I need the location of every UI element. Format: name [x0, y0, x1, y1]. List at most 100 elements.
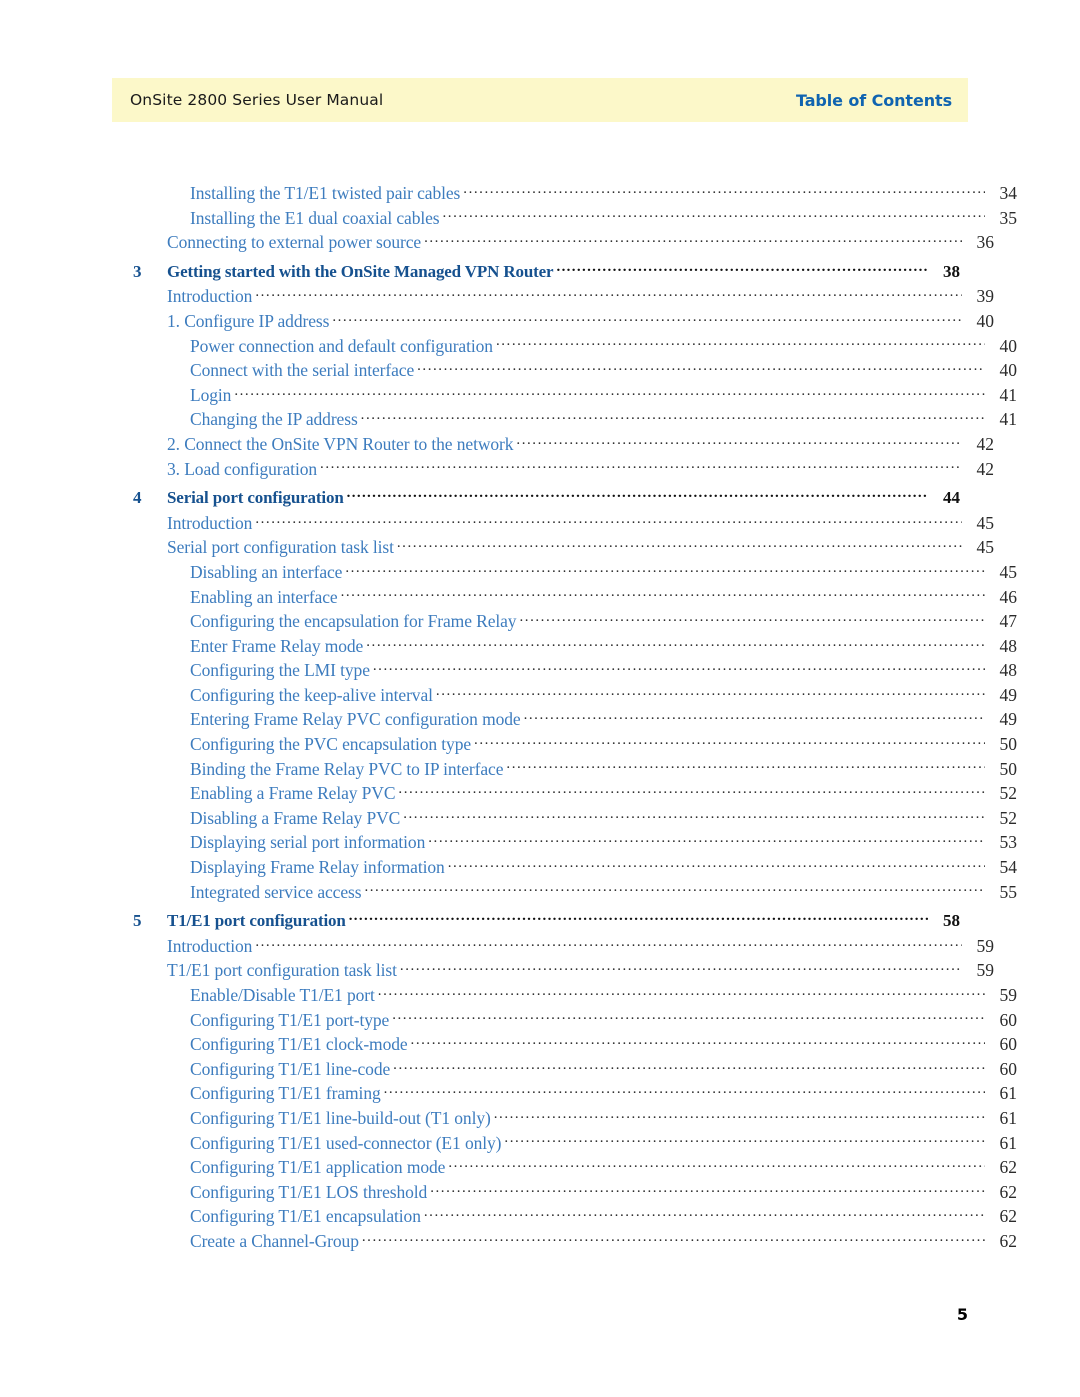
- dot-leader: [524, 709, 985, 725]
- toc-entry-row[interactable]: Introduction 39: [133, 286, 994, 311]
- dot-leader: [320, 459, 962, 475]
- toc-entry-page: 40: [999, 335, 1018, 356]
- toc-entry-row[interactable]: Enabling a Frame Relay PVC 52: [133, 783, 1017, 808]
- toc-entry-row[interactable]: Disabling an interface 45: [133, 562, 1017, 587]
- dot-leader: [361, 409, 985, 425]
- toc-entry-page: 50: [999, 734, 1018, 755]
- dot-leader: [397, 537, 962, 553]
- toc-entry-row[interactable]: Changing the IP address 41: [133, 409, 1017, 434]
- toc-entry-page: 50: [999, 758, 1018, 779]
- toc-entry-title: Getting started with the OnSite Managed …: [167, 261, 554, 281]
- toc-entry-row[interactable]: Installing the T1/E1 twisted pair cables…: [133, 183, 1017, 208]
- toc-entry-title: Serial port configuration task list: [167, 537, 394, 558]
- toc-entry-row[interactable]: Connecting to external power source 36: [133, 232, 994, 257]
- toc-entry-row[interactable]: Displaying serial port information 53: [133, 832, 1017, 857]
- toc-entry-page: 49: [999, 709, 1018, 730]
- toc-entry-row[interactable]: Configuring T1/E1 used-connector (E1 onl…: [133, 1133, 1017, 1158]
- toc-chapter-row[interactable]: 5 T1/E1 port configuration 58: [133, 910, 960, 935]
- toc-entry-row[interactable]: Configuring the keep-alive interval 49: [133, 685, 1017, 710]
- toc-entry-row[interactable]: 1. Configure IP address 40: [133, 311, 994, 336]
- toc-entry-page: 36: [976, 232, 995, 253]
- toc-entry-row[interactable]: Power connection and default configurati…: [133, 336, 1017, 361]
- dot-leader: [392, 1010, 985, 1026]
- dot-leader: [494, 1108, 985, 1124]
- dot-leader: [504, 1133, 985, 1149]
- toc-entry-row[interactable]: 2. Connect the OnSite VPN Router to the …: [133, 434, 994, 459]
- toc-entry-title: Enabling a Frame Relay PVC: [190, 783, 396, 804]
- toc-entry-row[interactable]: T1/E1 port configuration task list 59: [133, 960, 994, 985]
- toc-entry-row[interactable]: Configuring the encapsulation for Frame …: [133, 611, 1017, 636]
- dot-leader: [255, 936, 962, 952]
- toc-entry-row[interactable]: Configuring T1/E1 line-build-out (T1 onl…: [133, 1108, 1017, 1133]
- toc-entry-row[interactable]: Binding the Frame Relay PVC to IP interf…: [133, 759, 1017, 784]
- dot-leader: [393, 1059, 985, 1075]
- toc-entry-row[interactable]: Disabling a Frame Relay PVC 52: [133, 808, 1017, 833]
- toc-entry-row[interactable]: Configuring T1/E1 LOS threshold 62: [133, 1182, 1017, 1207]
- toc-entry-row[interactable]: Introduction 45: [133, 513, 994, 538]
- toc-entry-page: 60: [999, 1009, 1018, 1030]
- toc-entry-row[interactable]: Configuring T1/E1 port-type 60: [133, 1010, 1017, 1035]
- toc-entry-row[interactable]: Introduction 59: [133, 936, 994, 961]
- toc-entry-row[interactable]: Connect with the serial interface 40: [133, 360, 1017, 385]
- toc-entry-title: Login: [190, 384, 232, 405]
- chapter-number: 4: [133, 488, 142, 508]
- toc-entry-row[interactable]: Integrated service access 55: [133, 882, 1017, 907]
- dot-leader: [506, 759, 985, 775]
- toc-entry-title: Enter Frame Relay mode: [190, 635, 364, 656]
- toc-entry-row[interactable]: Configuring T1/E1 framing 61: [133, 1083, 1017, 1108]
- toc-entry-page: 38: [943, 261, 960, 281]
- toc-entry-row[interactable]: 3. Load configuration 42: [133, 459, 994, 484]
- dot-leader: [255, 513, 962, 529]
- toc-entry-page: 55: [999, 881, 1018, 902]
- dot-leader: [463, 183, 985, 199]
- toc-entry-page: 53: [999, 832, 1018, 853]
- toc-entry-row[interactable]: Configuring T1/E1 line-code 60: [133, 1059, 1017, 1084]
- toc-entry-page: 45: [999, 561, 1018, 582]
- toc-entry-page: 34: [999, 183, 1018, 203]
- toc-entry-row[interactable]: Login 41: [133, 385, 1017, 410]
- dot-leader: [364, 882, 985, 898]
- toc-entry-title: Enabling an interface: [190, 586, 338, 607]
- toc-entry-row[interactable]: Enabling an interface 46: [133, 587, 1017, 612]
- toc-entry-page: 47: [999, 611, 1018, 632]
- toc-entry-row[interactable]: Enter Frame Relay mode 48: [133, 636, 1017, 661]
- toc-entry-row[interactable]: Create a Channel-Group 62: [133, 1231, 1017, 1256]
- toc-entry-row[interactable]: Entering Frame Relay PVC configuration m…: [133, 709, 1017, 734]
- toc-entry-row[interactable]: Serial port configuration task list 45: [133, 537, 994, 562]
- toc-entry-title: Enable/Disable T1/E1 port: [190, 985, 375, 1005]
- toc-entry-page: 60: [999, 1034, 1018, 1055]
- toc-entry-row[interactable]: Configuring T1/E1 clock-mode 60: [133, 1034, 1017, 1059]
- toc-entry-row[interactable]: Configuring the PVC encapsulation type 50: [133, 734, 1017, 759]
- toc-entry-row[interactable]: Enable/Disable T1/E1 port 59: [133, 985, 1017, 1010]
- dot-leader: [556, 261, 928, 277]
- dot-leader: [430, 1182, 985, 1198]
- toc-entry-page: 42: [976, 458, 995, 479]
- toc-entry-title: Configuring T1/E1 encapsulation: [190, 1206, 421, 1227]
- toc-chapter-row[interactable]: 3 Getting started with the OnSite Managed…: [133, 261, 960, 286]
- dot-leader: [448, 1157, 985, 1173]
- toc-entry-page: 35: [999, 207, 1018, 228]
- running-header: OnSite 2800 Series User Manual Table of …: [112, 78, 968, 122]
- toc-entry-title: 3. Load configuration: [167, 458, 318, 479]
- dot-leader: [234, 385, 985, 401]
- toc-entry-title: Configuring T1/E1 line-code: [190, 1058, 391, 1079]
- toc-entry-title: Configuring the encapsulation for Frame …: [190, 611, 517, 632]
- toc-entry-row[interactable]: Installing the E1 dual coaxial cables 35: [133, 208, 1017, 233]
- toc-entry-row[interactable]: Configuring T1/E1 encapsulation 62: [133, 1206, 1017, 1231]
- toc-entry-page: 62: [999, 1157, 1018, 1178]
- toc-entry-title: Configuring the keep-alive interval: [190, 684, 433, 705]
- dot-leader: [341, 587, 985, 603]
- toc-entry-row[interactable]: Configuring T1/E1 application mode 62: [133, 1157, 1017, 1182]
- dot-leader: [424, 232, 962, 248]
- toc-entry-title: Configuring T1/E1 line-build-out (T1 onl…: [190, 1107, 491, 1128]
- toc-entry-title: Connecting to external power source: [167, 232, 422, 253]
- dot-leader: [403, 808, 985, 824]
- toc-entry-row[interactable]: Displaying Frame Relay information 54: [133, 857, 1017, 882]
- toc-entry-row[interactable]: Configuring the LMI type 48: [133, 660, 1017, 685]
- toc-chapter-row[interactable]: 4 Serial port configuration 44: [133, 487, 960, 512]
- toc-entry-title: Installing the E1 dual coaxial cables: [190, 207, 440, 228]
- toc-entry-page: 40: [976, 310, 995, 331]
- toc-entry-title: Changing the IP address: [190, 409, 358, 430]
- toc-entry-page: 52: [999, 783, 1018, 804]
- toc-entry-page: 61: [999, 1132, 1018, 1153]
